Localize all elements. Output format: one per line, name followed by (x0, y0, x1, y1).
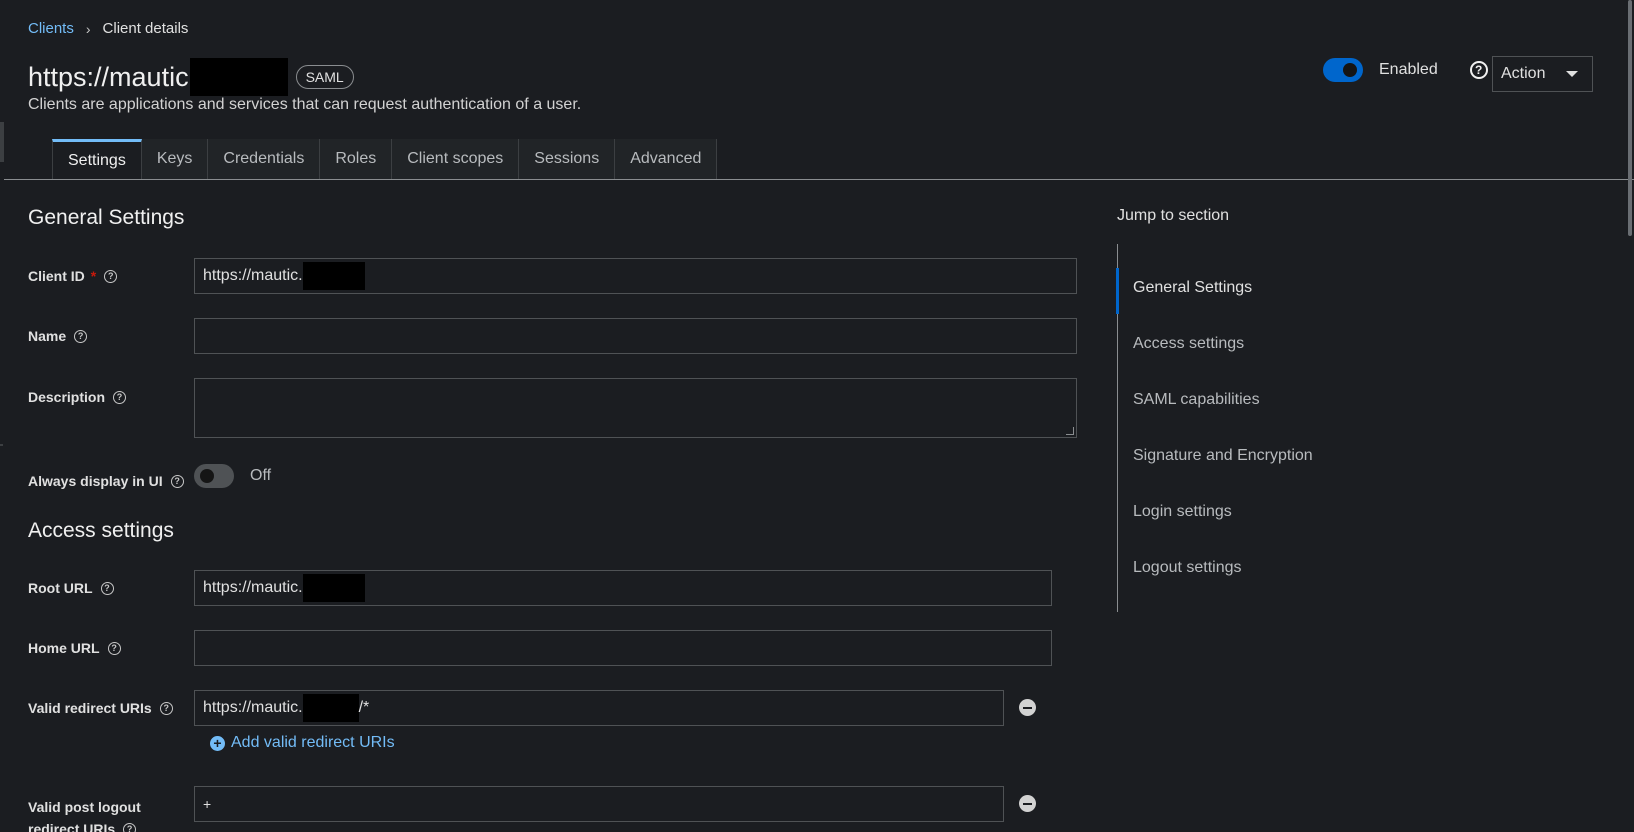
tab-advanced[interactable]: Advanced (615, 139, 718, 179)
home-url-label-text: Home URL (28, 640, 100, 656)
enabled-label: Enabled (1379, 61, 1438, 78)
post-logout-label: Valid post logout redirect URIs ? (28, 796, 141, 832)
client-id-input[interactable]: https://mautic. (194, 258, 1077, 294)
valid-redirect-input[interactable]: https://mautic. /* (194, 690, 1004, 726)
page-title: https://mautic SAML (28, 58, 354, 96)
tab-client-scopes[interactable]: Client scopes (392, 139, 520, 179)
root-url-value: https://mautic. (203, 579, 303, 596)
redacted-block (189, 58, 288, 96)
toggle-knob (200, 469, 214, 483)
chevron-right-icon: › (85, 20, 91, 37)
caret-down-icon (1566, 71, 1578, 77)
help-icon[interactable]: ? (1469, 61, 1488, 79)
action-label: Action (1501, 65, 1546, 82)
description-textarea[interactable] (194, 378, 1077, 438)
access-settings-heading: Access settings (28, 519, 174, 542)
help-icon[interactable]: ? (107, 641, 121, 655)
remove-redirect-uri-icon[interactable] (1019, 699, 1036, 716)
description-label: Description ? (28, 389, 127, 405)
valid-redirect-label: Valid redirect URIs ? (28, 700, 173, 716)
tab-sessions[interactable]: Sessions (519, 139, 616, 179)
post-logout-redirect-input[interactable]: + (194, 786, 1004, 822)
tabs-divider (4, 179, 1634, 180)
home-url-label: Home URL ? (28, 640, 121, 656)
left-edge-marker (0, 444, 3, 446)
tab-credentials[interactable]: Credentials (208, 139, 321, 179)
jump-item-general-settings[interactable]: General Settings (1133, 279, 1252, 297)
post-logout-label-line1: Valid post logout (28, 799, 141, 815)
jump-item-logout-settings[interactable]: Logout settings (1133, 559, 1242, 577)
tabs: Settings Keys Credentials Roles Client s… (52, 139, 718, 179)
protocol-badge: SAML (295, 65, 354, 89)
help-icon[interactable]: ? (159, 701, 173, 715)
toggle-knob (1343, 63, 1357, 77)
add-valid-redirect-uri-button[interactable]: + Add valid redirect URIs (210, 734, 395, 752)
help-icon[interactable]: ? (170, 474, 184, 488)
scrollbar-thumb[interactable] (1628, 0, 1632, 236)
help-icon[interactable]: ? (104, 269, 118, 283)
required-marker: * (90, 268, 97, 284)
redacted-block (302, 262, 365, 290)
post-logout-label-line2: redirect URIs (28, 821, 116, 832)
breadcrumb-current: Client details (102, 20, 189, 37)
home-url-input[interactable] (194, 630, 1052, 666)
enabled-toggle[interactable] (1323, 58, 1363, 82)
name-label: Name ? (28, 328, 88, 344)
tab-roles[interactable]: Roles (320, 139, 393, 179)
redacted-block (302, 694, 359, 722)
valid-redirect-value: https://mautic. (203, 699, 303, 716)
name-label-text: Name (28, 328, 67, 344)
root-url-label-text: Root URL (28, 580, 93, 596)
breadcrumb: Clients › Client details (28, 20, 188, 37)
redacted-block (302, 574, 365, 602)
description-label-text: Description (28, 389, 106, 405)
jump-to-section-title: Jump to section (1117, 207, 1230, 224)
tab-keys[interactable]: Keys (141, 139, 209, 179)
post-logout-label-line2-row: redirect URIs ? (28, 818, 141, 832)
client-id-label: Client ID * ? (28, 268, 118, 284)
name-input[interactable] (194, 318, 1077, 354)
always-display-toggle[interactable] (194, 464, 234, 488)
jump-active-indicator (1116, 268, 1119, 314)
action-dropdown[interactable]: Action (1492, 56, 1593, 92)
resize-handle-icon[interactable] (1066, 427, 1074, 435)
always-display-state: Off (250, 467, 272, 484)
plus-circle-icon: + (210, 735, 225, 751)
jump-item-signature-encryption[interactable]: Signature and Encryption (1133, 447, 1313, 465)
client-id-value: https://mautic. (203, 267, 303, 284)
always-display-control: Off (194, 464, 271, 488)
header-controls: Enabled ? (1323, 58, 1488, 82)
help-icon[interactable]: ? (100, 581, 114, 595)
jump-item-access-settings[interactable]: Access settings (1133, 335, 1244, 353)
general-settings-heading: General Settings (28, 206, 185, 229)
client-id-label-text: Client ID (28, 268, 85, 284)
jump-item-login-settings[interactable]: Login settings (1133, 503, 1232, 521)
root-url-label: Root URL ? (28, 580, 114, 596)
tab-settings[interactable]: Settings (52, 139, 142, 179)
valid-redirect-label-text: Valid redirect URIs (28, 700, 152, 716)
help-icon[interactable]: ? (123, 822, 137, 832)
left-edge-marker (0, 122, 4, 162)
page-subtitle: Clients are applications and services th… (28, 96, 582, 113)
add-valid-redirect-label: Add valid redirect URIs (231, 734, 395, 751)
always-display-label: Always display in UI ? (28, 473, 184, 489)
root-url-input[interactable]: https://mautic. (194, 570, 1052, 606)
page-title-text: https://mautic (28, 61, 189, 92)
remove-post-logout-uri-icon[interactable] (1019, 795, 1036, 812)
help-icon[interactable]: ? (113, 390, 127, 404)
breadcrumb-clients-link[interactable]: Clients (28, 20, 74, 37)
valid-redirect-suffix: /* (358, 699, 370, 716)
jump-item-saml-capabilities[interactable]: SAML capabilities (1133, 391, 1260, 409)
always-display-label-text: Always display in UI (28, 473, 163, 489)
help-icon[interactable]: ? (74, 329, 88, 343)
